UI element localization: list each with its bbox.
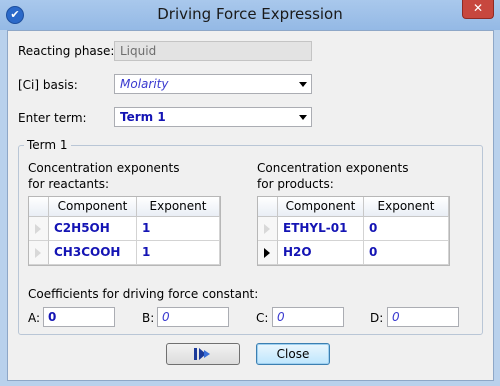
- row-header[interactable]: [29, 217, 49, 241]
- reactants-exponent-header: Exponent: [137, 197, 220, 217]
- coef-d-label: D:: [370, 311, 384, 325]
- close-button[interactable]: Close: [256, 343, 330, 365]
- enter-term-label: Enter term:: [18, 111, 87, 125]
- reactant-exponent-cell[interactable]: 1: [137, 217, 220, 241]
- window-title: Driving Force Expression: [157, 5, 343, 23]
- chevron-down-icon: [299, 82, 307, 87]
- coef-c-label: C:: [256, 311, 269, 325]
- reactant-exponent-cell[interactable]: 1: [137, 241, 220, 265]
- grid-corner-header: [258, 197, 278, 217]
- products-grid: Component Exponent ETHYL-01 0 H2O 0: [257, 196, 450, 266]
- product-exponent-cell[interactable]: 0: [364, 241, 449, 265]
- enter-term-dropdown[interactable]: Term 1: [114, 107, 312, 127]
- product-exponent-cell[interactable]: 0: [364, 217, 449, 241]
- row-pointer-icon: [264, 224, 270, 234]
- coef-b-label: B:: [142, 311, 155, 325]
- window-close-button[interactable]: ✕: [462, 0, 494, 19]
- products-component-header: Component: [278, 197, 364, 217]
- chevron-down-icon: [299, 115, 307, 120]
- products-exponent-header: Exponent: [364, 197, 449, 217]
- product-component-cell[interactable]: ETHYL-01: [278, 217, 364, 241]
- reactant-component-cell[interactable]: CH3COOH: [49, 241, 137, 265]
- title-bar[interactable]: ✔ Driving Force Expression ✕: [0, 0, 500, 30]
- product-component-cell[interactable]: H2O: [278, 241, 364, 265]
- row-header-current[interactable]: [258, 241, 278, 265]
- coef-c-input[interactable]: 0: [272, 307, 344, 327]
- coef-b-input[interactable]: 0: [157, 307, 229, 327]
- ci-basis-value: Molarity: [120, 77, 169, 91]
- row-header[interactable]: [29, 241, 49, 265]
- row-pointer-icon: [35, 224, 41, 234]
- reactants-component-header: Component: [49, 197, 137, 217]
- reactants-grid: Component Exponent C2H5OH 1 CH3COOH 1: [28, 196, 221, 266]
- next-arrow-icon: [194, 348, 210, 360]
- reacting-phase-field: Liquid: [114, 41, 312, 61]
- ci-basis-label: [Ci] basis:: [18, 78, 78, 92]
- reactants-heading-line1: Concentration exponents: [28, 161, 180, 175]
- current-row-pointer-icon: [264, 248, 270, 258]
- coefficients-heading: Coefficients for driving force constant:: [28, 287, 259, 301]
- row-pointer-icon: [35, 248, 41, 258]
- dialog-window: ✔ Driving Force Expression ✕ Reacting ph…: [0, 0, 500, 386]
- next-button[interactable]: [166, 343, 240, 365]
- row-header[interactable]: [258, 217, 278, 241]
- coef-a-input[interactable]: 0: [43, 307, 115, 327]
- grid-corner-header: [29, 197, 49, 217]
- reactant-component-cell[interactable]: C2H5OH: [49, 217, 137, 241]
- products-heading-line2: for products:: [257, 177, 334, 191]
- ci-basis-dropdown[interactable]: Molarity: [114, 74, 312, 94]
- coef-a-label: A:: [28, 311, 41, 325]
- term-group-title: Term 1: [24, 138, 71, 152]
- reacting-phase-label: Reacting phase:: [18, 44, 115, 58]
- products-heading-line1: Concentration exponents: [257, 161, 409, 175]
- enter-term-value: Term 1: [120, 110, 166, 124]
- reactants-heading-line2: for reactants:: [28, 177, 109, 191]
- coef-d-input[interactable]: 0: [387, 307, 459, 327]
